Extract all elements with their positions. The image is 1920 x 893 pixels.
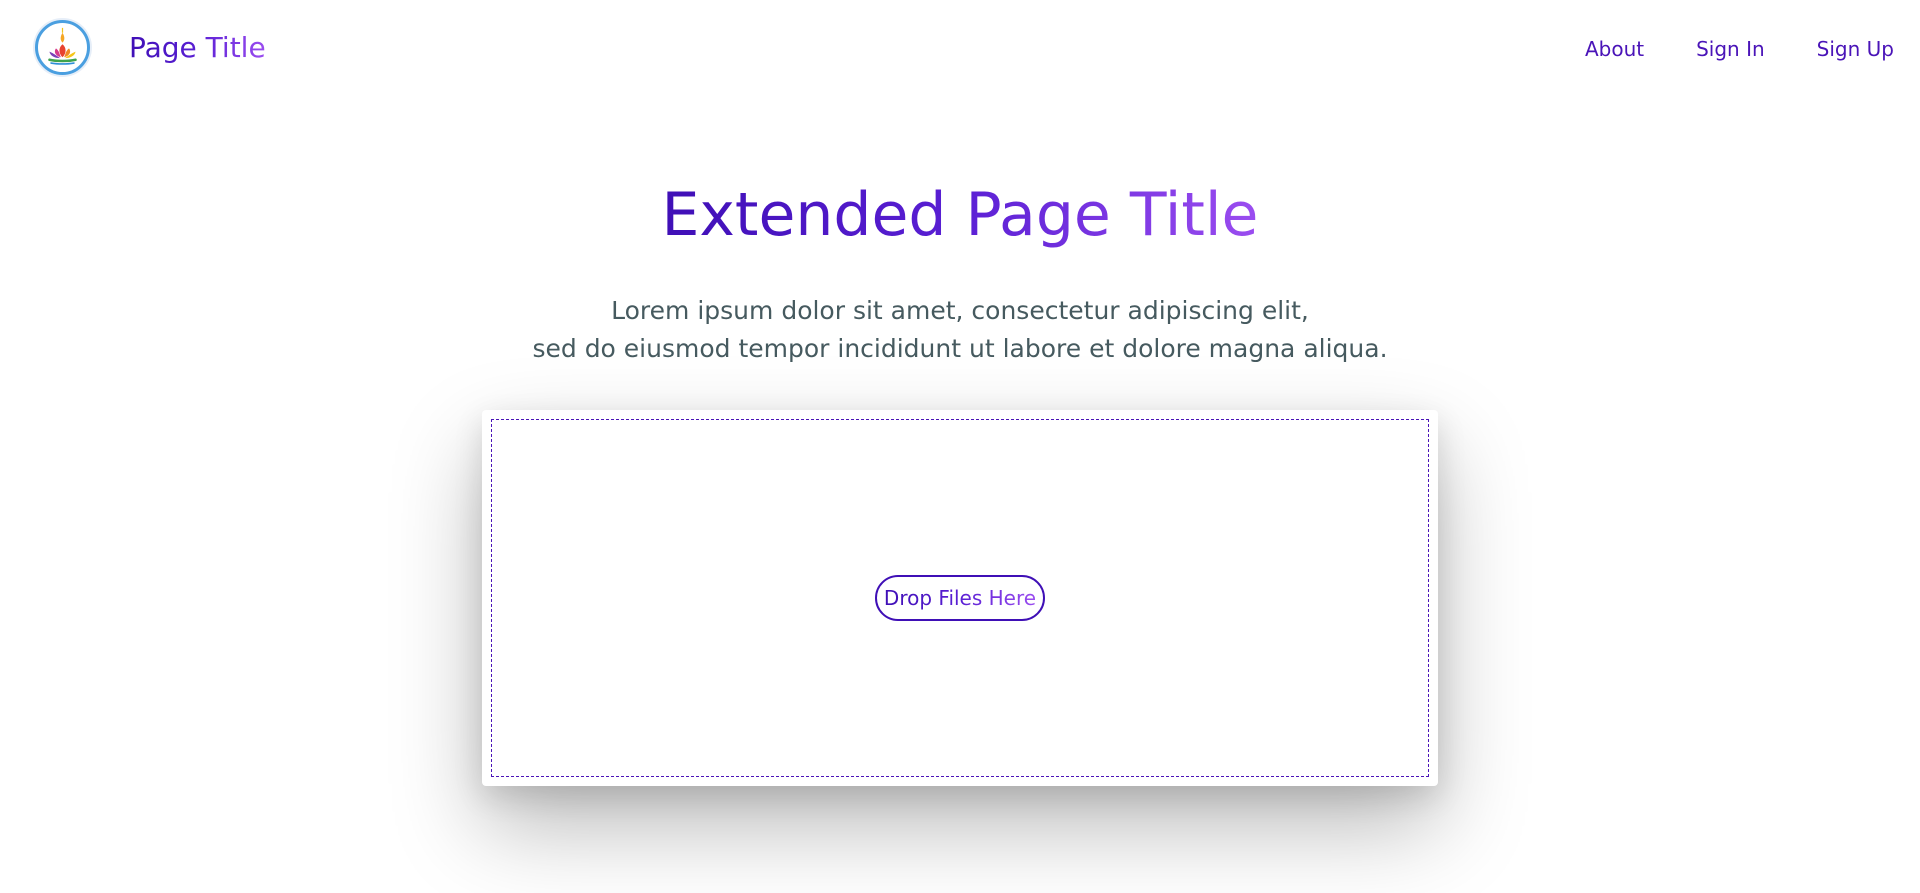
hero-title: Extended Page Title: [0, 175, 1920, 255]
site-title[interactable]: Page Title: [129, 30, 266, 66]
lotus-logo-icon[interactable]: [35, 20, 90, 75]
hero-title-text: Extended Page Title: [662, 175, 1259, 255]
nav-link-sign-in[interactable]: Sign In: [1696, 35, 1765, 63]
drop-files-label: Drop Files Here: [883, 586, 1037, 610]
top-nav: About Sign In Sign Up: [1585, 35, 1894, 63]
hero-subtitle: Lorem ipsum dolor sit amet, consectetur …: [0, 292, 1920, 368]
lotus-logo-svg: [38, 23, 87, 72]
hero-subtitle-line-2: sed do eiusmod tempor incididunt ut labo…: [532, 334, 1388, 363]
site-header: Page Title About Sign In Sign Up: [0, 0, 1920, 100]
drop-files-button[interactable]: Drop Files Here: [874, 575, 1046, 621]
hero-subtitle-line-1: Lorem ipsum dolor sit amet, consectetur …: [611, 296, 1309, 325]
upload-card: Drop Files Here: [482, 410, 1438, 786]
nav-link-about[interactable]: About: [1585, 35, 1644, 63]
file-drop-zone[interactable]: Drop Files Here: [491, 419, 1429, 777]
nav-link-sign-up[interactable]: Sign Up: [1817, 35, 1894, 63]
